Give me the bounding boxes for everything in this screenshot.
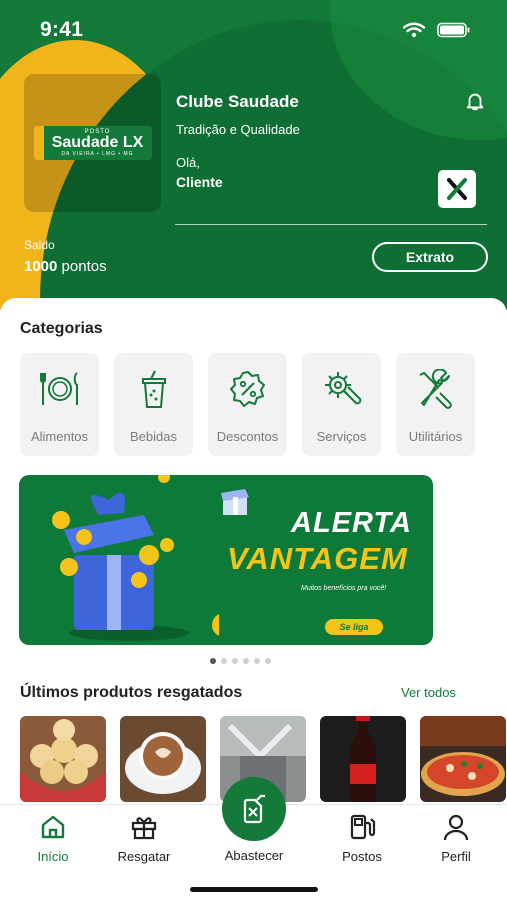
club-logo: POSTO Saudade LX DA VIEIRA • LMG • MG bbox=[33, 126, 152, 160]
carousel-dot[interactable] bbox=[265, 658, 271, 664]
tools-icon bbox=[419, 369, 452, 409]
product-cappuccino[interactable] bbox=[120, 716, 206, 802]
gift-icon bbox=[131, 817, 157, 840]
categories-title: Categorias bbox=[20, 320, 103, 337]
recent-products-title: Últimos produtos resgatados bbox=[20, 684, 243, 701]
cup-icon bbox=[141, 370, 166, 408]
carousel-dot[interactable] bbox=[221, 658, 227, 664]
content-sheet: Categorias Alimentos Bebidas Descontos S… bbox=[0, 298, 507, 818]
category-servicos[interactable]: Serviços bbox=[302, 353, 381, 456]
category-alimentos[interactable]: Alimentos bbox=[20, 353, 99, 456]
gear-wrench-icon bbox=[324, 372, 361, 405]
pizza-image bbox=[420, 716, 506, 802]
header-divider bbox=[175, 224, 487, 225]
tab-resgatar[interactable]: Resgatar bbox=[99, 813, 189, 864]
product-coca-cola[interactable] bbox=[320, 716, 406, 802]
wifi-icon bbox=[403, 22, 425, 38]
fuel-station-icon bbox=[350, 814, 376, 840]
balance: Saldo 1000 pontos bbox=[24, 238, 107, 275]
balance-unit: pontos bbox=[61, 258, 107, 275]
gift-box-illustration bbox=[52, 475, 219, 641]
user-icon bbox=[443, 814, 469, 841]
bell-icon[interactable] bbox=[464, 90, 486, 112]
product-cheese-bread[interactable] bbox=[20, 716, 106, 802]
carousel-dot[interactable] bbox=[210, 658, 216, 664]
greeting: Olá, bbox=[176, 155, 200, 170]
categories-list: Alimentos Bebidas Descontos Serviços Uti… bbox=[20, 353, 475, 456]
fuel-can-icon bbox=[243, 794, 265, 824]
extrato-button[interactable]: Extrato bbox=[372, 242, 488, 272]
banner-cta-button[interactable]: Se liga bbox=[325, 619, 383, 635]
coca-cola-image bbox=[320, 716, 406, 802]
tab-postos[interactable]: Postos bbox=[317, 813, 407, 864]
header: 9:41 POSTO Saudade LX DA VIEIRA • LMG • … bbox=[0, 0, 507, 310]
partner-x-button[interactable] bbox=[438, 170, 476, 208]
banner-title-line1: ALERTA bbox=[291, 507, 412, 539]
carousel-pagination bbox=[210, 658, 271, 664]
balance-value: 1000 bbox=[24, 258, 58, 275]
club-tagline: Tradição e Qualidade bbox=[176, 122, 300, 137]
club-info: Clube Saudade Tradição e Qualidade Olá, … bbox=[176, 92, 300, 190]
tab-perfil[interactable]: Perfil bbox=[411, 813, 501, 864]
battery-icon bbox=[437, 22, 470, 38]
x-logo-icon bbox=[447, 178, 467, 200]
home-indicator bbox=[190, 887, 318, 892]
banner-title-line2: VANTAGEM bbox=[227, 541, 408, 576]
bottom-tab-bar: Início Resgatar Abastecer Postos Perfil bbox=[0, 777, 507, 900]
category-descontos[interactable]: Descontos bbox=[208, 353, 287, 456]
promo-banner[interactable]: ALERTA VANTAGEM Muitos benefícios pra vo… bbox=[19, 475, 433, 645]
refuel-button[interactable] bbox=[222, 777, 286, 841]
user-name: Cliente bbox=[176, 174, 223, 190]
see-all-link[interactable]: Ver todos bbox=[401, 685, 456, 700]
category-utilitarios[interactable]: Utilitários bbox=[396, 353, 475, 456]
percent-badge-icon bbox=[229, 371, 265, 407]
cheese-bread-image bbox=[20, 716, 106, 802]
status-bar: 9:41 bbox=[40, 18, 471, 42]
banner-subtitle: Muitos benefícios pra você! bbox=[301, 585, 387, 592]
balance-label: Saldo bbox=[24, 238, 55, 252]
home-icon bbox=[41, 815, 65, 839]
carousel-dot[interactable] bbox=[243, 658, 249, 664]
product-pizza[interactable] bbox=[420, 716, 506, 802]
carousel-dot[interactable] bbox=[254, 658, 260, 664]
cappuccino-image bbox=[120, 716, 206, 802]
refuel-label: Abastecer bbox=[224, 848, 284, 863]
carousel-dot[interactable] bbox=[232, 658, 238, 664]
category-bebidas[interactable]: Bebidas bbox=[114, 353, 193, 456]
club-title: Clube Saudade bbox=[176, 92, 299, 111]
club-logo-card: POSTO Saudade LX DA VIEIRA • LMG • MG bbox=[24, 74, 161, 212]
plate-cutlery-icon bbox=[39, 372, 78, 405]
small-gift-illustration bbox=[221, 489, 249, 515]
tab-inicio[interactable]: Início bbox=[8, 813, 98, 864]
status-time: 9:41 bbox=[40, 18, 84, 41]
